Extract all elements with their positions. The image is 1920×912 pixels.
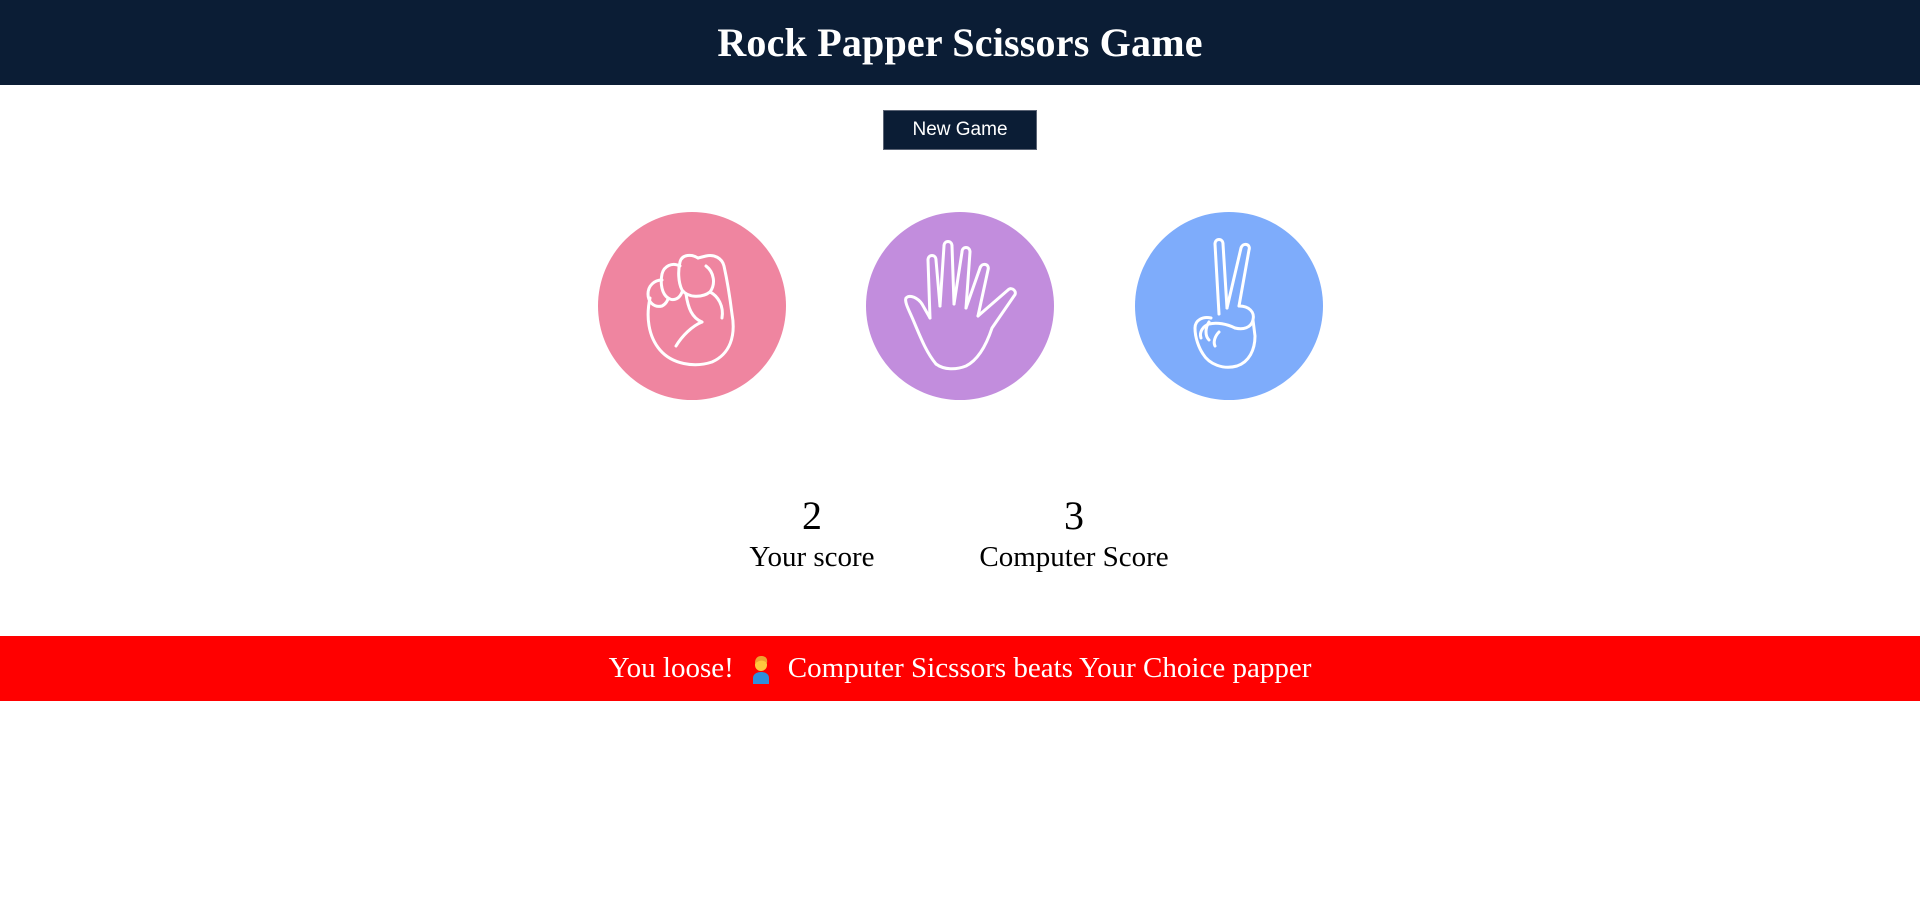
computer-score: 3 Computer Score bbox=[964, 492, 1184, 574]
fist-icon bbox=[646, 253, 735, 367]
result-prefix: You loose! bbox=[608, 652, 734, 684]
computer-score-label: Computer Score bbox=[979, 541, 1169, 573]
person-emoji-icon bbox=[748, 654, 774, 684]
new-game-button[interactable]: New Game bbox=[883, 110, 1037, 150]
page-title: Rock Papper Scissors Game bbox=[717, 20, 1203, 65]
scissors-choice-button[interactable] bbox=[1135, 212, 1323, 400]
result-text: Computer Sicssors beats Your Choice papp… bbox=[787, 652, 1312, 684]
computer-score-value: 3 bbox=[1064, 493, 1084, 538]
user-score-value: 2 bbox=[802, 493, 822, 538]
header-bar: Rock Papper Scissors Game bbox=[0, 0, 1920, 85]
result-message-bar: You loose! Computer Sicssors beats Your … bbox=[0, 636, 1920, 701]
peace-sign-icon bbox=[1193, 238, 1257, 369]
paper-choice-button[interactable] bbox=[866, 212, 1054, 400]
user-score: 2 Your score bbox=[732, 492, 892, 574]
open-hand-icon bbox=[904, 240, 1017, 371]
user-score-label: Your score bbox=[749, 541, 875, 573]
rock-choice-button[interactable] bbox=[598, 212, 786, 400]
